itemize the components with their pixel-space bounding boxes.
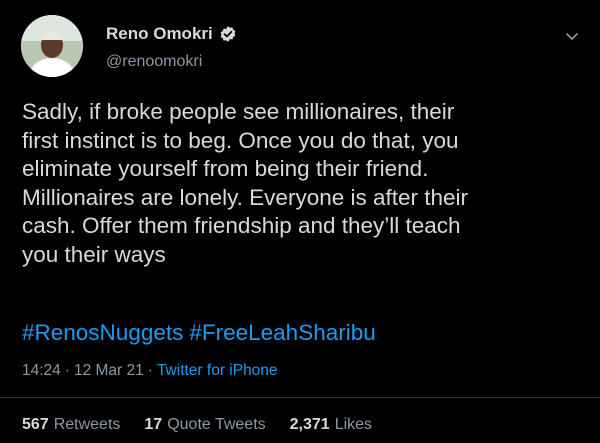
likes-stat[interactable]: 2,371 Likes	[290, 416, 372, 434]
retweets-label: Retweets	[53, 416, 121, 433]
likes-count: 2,371	[289, 416, 330, 433]
chevron-down-icon[interactable]	[564, 28, 580, 44]
divider	[0, 397, 600, 398]
quote-tweets-count: 17	[144, 416, 163, 433]
verified-badge-icon	[219, 25, 237, 43]
author-handle[interactable]: @renoomokri	[106, 53, 202, 71]
tweet-meta: 14:24 · 12 Mar 21 · Twitter for iPhone	[22, 362, 278, 380]
tweet-text: Sadly, if broke people see millionaires,…	[22, 99, 469, 267]
tweet-time[interactable]: 14:24	[22, 362, 61, 380]
meta-separator: ·	[64, 362, 70, 379]
hashtags: #RenosNuggets #FreeLeahSharibu	[22, 320, 376, 346]
author-name-row[interactable]: Reno Omokri	[106, 24, 237, 44]
quote-tweets-label: Quote Tweets	[167, 416, 266, 433]
tweet-source-link[interactable]: Twitter for iPhone	[157, 362, 278, 380]
meta-separator: ·	[147, 362, 153, 379]
hashtag-freeleahsharibu[interactable]: #FreeLeahSharibu	[189, 320, 375, 346]
hashtag-renosnuggets[interactable]: #RenosNuggets	[22, 320, 183, 346]
retweets-stat[interactable]: 567 Retweets	[22, 416, 120, 434]
retweets-count: 567	[22, 416, 49, 433]
tweet-card: Reno Omokri @renoomokri Sadly, if broke …	[0, 0, 600, 443]
avatar[interactable]	[21, 15, 83, 77]
likes-label: Likes	[334, 416, 373, 433]
author-name[interactable]: Reno Omokri	[106, 24, 213, 44]
quote-tweets-stat[interactable]: 17 Quote Tweets	[144, 416, 265, 434]
tweet-stats: 567 Retweets 17 Quote Tweets 2,371 Likes	[22, 416, 372, 434]
tweet-date[interactable]: 12 Mar 21	[74, 362, 144, 380]
